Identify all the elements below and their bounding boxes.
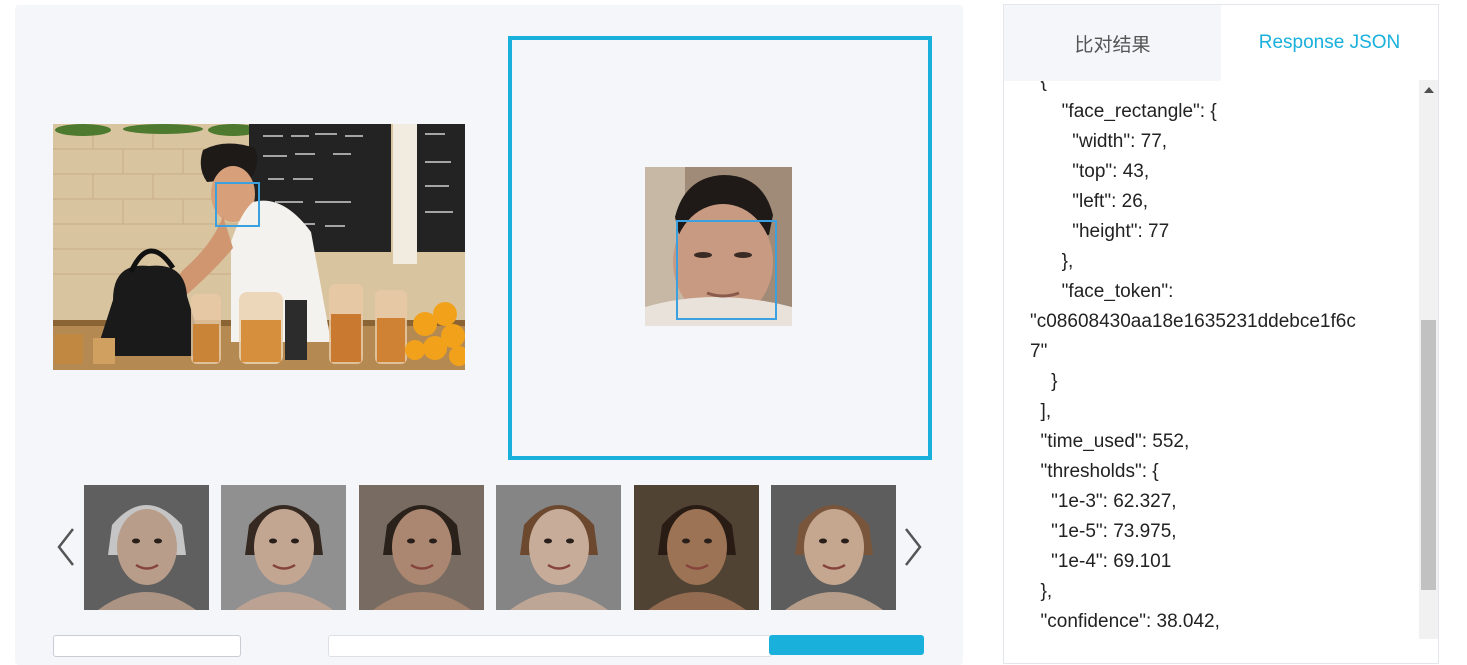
- json-line: "face_token":: [1030, 281, 1174, 302]
- tab-response-json[interactable]: Response JSON: [1221, 5, 1438, 81]
- thumb-woman-hand[interactable]: [771, 485, 896, 610]
- json-line: "height": 77: [1030, 221, 1170, 242]
- json-scrollbar[interactable]: [1419, 80, 1438, 639]
- carousel-prev-button[interactable]: [51, 522, 81, 572]
- thumb-girl-smiling[interactable]: [496, 485, 621, 610]
- source-image[interactable]: [53, 124, 465, 370]
- json-line: "left": 26,: [1030, 191, 1149, 212]
- json-line: ],: [1030, 401, 1052, 422]
- json-line: },: [1030, 251, 1074, 272]
- thumb-woman-bun[interactable]: [221, 485, 346, 610]
- compare-url-input[interactable]: [328, 635, 772, 657]
- upload-button[interactable]: [769, 635, 924, 655]
- chevron-left-icon: [57, 528, 74, 566]
- carousel-next-button[interactable]: [898, 522, 928, 572]
- json-line: "thresholds": {: [1030, 461, 1159, 482]
- scroll-thumb[interactable]: [1421, 320, 1436, 590]
- result-panel: 比对结果 Response JSON { "face_rectangle": {…: [1003, 4, 1439, 664]
- json-line: "image_id2":: [1030, 637, 1147, 641]
- target-face-box: [676, 220, 777, 320]
- json-line: "time_used": 552,: [1030, 431, 1190, 452]
- triangle-up-icon: [1423, 87, 1434, 93]
- scroll-up-button[interactable]: [1419, 80, 1438, 100]
- target-image[interactable]: [645, 167, 792, 326]
- json-line: "face_rectangle": {: [1030, 101, 1217, 122]
- thumb-elderly-man[interactable]: [84, 485, 209, 610]
- json-line: "width": 77,: [1030, 131, 1168, 152]
- image-url-input[interactable]: [53, 635, 241, 657]
- json-line: "c08608430aa18e1635231ddebce1f6c: [1030, 311, 1356, 332]
- json-response-view: { "face_rectangle": { "width": 77, "top"…: [1004, 81, 1420, 641]
- thumb-man-glasses[interactable]: [359, 485, 484, 610]
- json-line: }: [1030, 371, 1058, 392]
- source-image-scene: [53, 124, 465, 370]
- json-line: {: [1030, 81, 1047, 92]
- json-line: "1e-4": 69.101: [1030, 551, 1172, 572]
- json-line: "confidence": 38.042,: [1030, 611, 1220, 632]
- chevron-right-icon: [905, 528, 922, 566]
- json-line: "top": 43,: [1030, 161, 1150, 182]
- source-face-box: [215, 182, 260, 227]
- thumb-woman-laughing[interactable]: [634, 485, 759, 610]
- json-line: 7": [1030, 341, 1048, 362]
- json-line: "1e-5": 73.975,: [1030, 521, 1177, 542]
- json-line: "1e-3": 62.327,: [1030, 491, 1177, 512]
- json-line: },: [1030, 581, 1053, 602]
- tab-compare-result[interactable]: 比对结果: [1004, 5, 1221, 81]
